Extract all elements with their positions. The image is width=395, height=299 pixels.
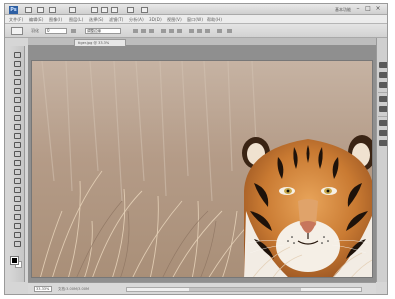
type-tool-icon[interactable]	[12, 185, 21, 193]
scrollbar-thumb[interactable]	[189, 288, 301, 291]
arrange-documents-icon[interactable]	[127, 7, 134, 13]
menu-file[interactable]: 文件(F)	[9, 17, 23, 22]
distribute-icon[interactable]	[169, 29, 174, 33]
hand-tool-icon[interactable]	[91, 7, 98, 13]
view-extras-icon[interactable]	[49, 7, 56, 13]
feather-input[interactable]: 0	[45, 28, 67, 34]
mini-bridge-icon[interactable]	[37, 7, 44, 13]
menu-bar: 文件(F) 编辑(E) 图像(I) 图层(L) 选择(S) 滤镜(T) 分析(A…	[5, 15, 387, 24]
align-icon[interactable]	[133, 29, 138, 33]
screen-mode-icon[interactable]	[141, 7, 148, 13]
swatches-panel-icon[interactable]	[379, 72, 387, 78]
lasso-tool-icon[interactable]	[12, 68, 21, 76]
image-canvas[interactable]	[31, 60, 373, 278]
quick-select-tool-icon[interactable]	[12, 77, 21, 85]
zoom-tool-icon[interactable]	[101, 7, 108, 13]
panel-divider	[378, 92, 387, 93]
menu-view[interactable]: 视图(V)	[167, 17, 182, 22]
align-icon[interactable]	[149, 29, 154, 33]
channels-panel-icon[interactable]	[379, 130, 387, 136]
tiger	[242, 135, 372, 277]
refine-edge-button[interactable]: 调整边缘	[85, 28, 121, 34]
zoom-level-icon[interactable]	[69, 7, 76, 13]
workspace-label[interactable]: 基本功能	[335, 7, 351, 13]
3d-rotate-tool-icon[interactable]	[12, 212, 21, 220]
marquee-tool-icon[interactable]	[12, 59, 21, 67]
zoom-tool-icon[interactable]	[12, 239, 21, 247]
auto-align-icon[interactable]	[217, 29, 222, 33]
masks-panel-icon[interactable]	[379, 106, 387, 112]
eyedropper-tool-icon[interactable]	[12, 95, 21, 103]
photoshop-window: Ps 基本功能 – □ × 文件(F) 编辑(E) 图像(I) 图层(L) 选择…	[4, 3, 388, 295]
bridge-icon[interactable]	[25, 7, 32, 13]
foreground-color-swatch[interactable]	[10, 256, 19, 265]
title-bar: Ps 基本功能 – □ ×	[5, 4, 387, 15]
status-bar: 33.33% 文档:3.00M/3.00M	[28, 282, 376, 294]
distribute-icon[interactable]	[189, 29, 194, 33]
menu-select[interactable]: 选择(S)	[89, 17, 104, 22]
auto-align-icon[interactable]	[227, 29, 232, 33]
layers-panel-icon[interactable]	[379, 120, 387, 126]
menu-3d[interactable]: 3D(D)	[149, 17, 162, 22]
minimize-icon[interactable]: –	[355, 6, 361, 12]
menu-image[interactable]: 图像(I)	[49, 17, 62, 22]
tiger-photo	[32, 61, 372, 277]
path-select-tool-icon[interactable]	[12, 194, 21, 202]
clone-stamp-tool-icon[interactable]	[12, 122, 21, 130]
menu-edit[interactable]: 编辑(E)	[29, 17, 44, 22]
move-tool-icon[interactable]	[12, 50, 21, 58]
history-brush-tool-icon[interactable]	[12, 131, 21, 139]
align-icon[interactable]	[141, 29, 146, 33]
hand-tool-icon[interactable]	[12, 230, 21, 238]
document-tab[interactable]: tiger.jpg @ 33.3%	[74, 39, 126, 46]
menu-filter[interactable]: 滤镜(T)	[109, 17, 124, 22]
menu-window[interactable]: 窗口(W)	[187, 17, 203, 22]
styles-panel-icon[interactable]	[379, 82, 387, 88]
photoshop-logo: Ps	[9, 6, 18, 14]
blur-tool-icon[interactable]	[12, 158, 21, 166]
rotate-view-icon[interactable]	[111, 7, 118, 13]
dropdown-arrow-icon[interactable]	[71, 29, 76, 33]
color-panel-icon[interactable]	[379, 62, 387, 68]
tool-preset-picker[interactable]	[11, 27, 23, 35]
dodge-tool-icon[interactable]	[12, 167, 21, 175]
adjustments-panel-icon[interactable]	[379, 96, 387, 102]
brush-tool-icon[interactable]	[12, 113, 21, 121]
collapsed-panels-dock	[376, 38, 387, 282]
pen-tool-icon[interactable]	[12, 176, 21, 184]
gradient-tool-icon[interactable]	[12, 149, 21, 157]
3d-orbit-tool-icon[interactable]	[12, 221, 21, 229]
maximize-icon[interactable]: □	[365, 6, 371, 12]
horizontal-scrollbar[interactable]	[126, 287, 362, 292]
menu-layer[interactable]: 图层(L)	[69, 17, 83, 22]
healing-brush-tool-icon[interactable]	[12, 104, 21, 112]
menu-analysis[interactable]: 分析(A)	[129, 17, 144, 22]
distribute-icon[interactable]	[197, 29, 202, 33]
close-icon[interactable]: ×	[375, 6, 381, 12]
document-tab-strip: tiger.jpg @ 33.3%	[28, 38, 376, 46]
distribute-icon[interactable]	[161, 29, 166, 33]
zoom-field[interactable]: 33.33%	[34, 286, 52, 292]
panel-divider	[378, 116, 387, 117]
options-bar: 羽化 0 调整边缘	[5, 24, 387, 38]
tools-panel	[9, 46, 25, 282]
document-info[interactable]: 文档:3.00M/3.00M	[58, 287, 89, 292]
paths-panel-icon[interactable]	[379, 140, 387, 146]
shape-tool-icon[interactable]	[12, 203, 21, 211]
distribute-icon[interactable]	[205, 29, 210, 33]
canvas-area	[28, 46, 376, 282]
menu-help[interactable]: 帮助(H)	[207, 17, 222, 22]
crop-tool-icon[interactable]	[12, 86, 21, 94]
eraser-tool-icon[interactable]	[12, 140, 21, 148]
distribute-icon[interactable]	[177, 29, 182, 33]
feather-label: 羽化	[31, 28, 39, 33]
